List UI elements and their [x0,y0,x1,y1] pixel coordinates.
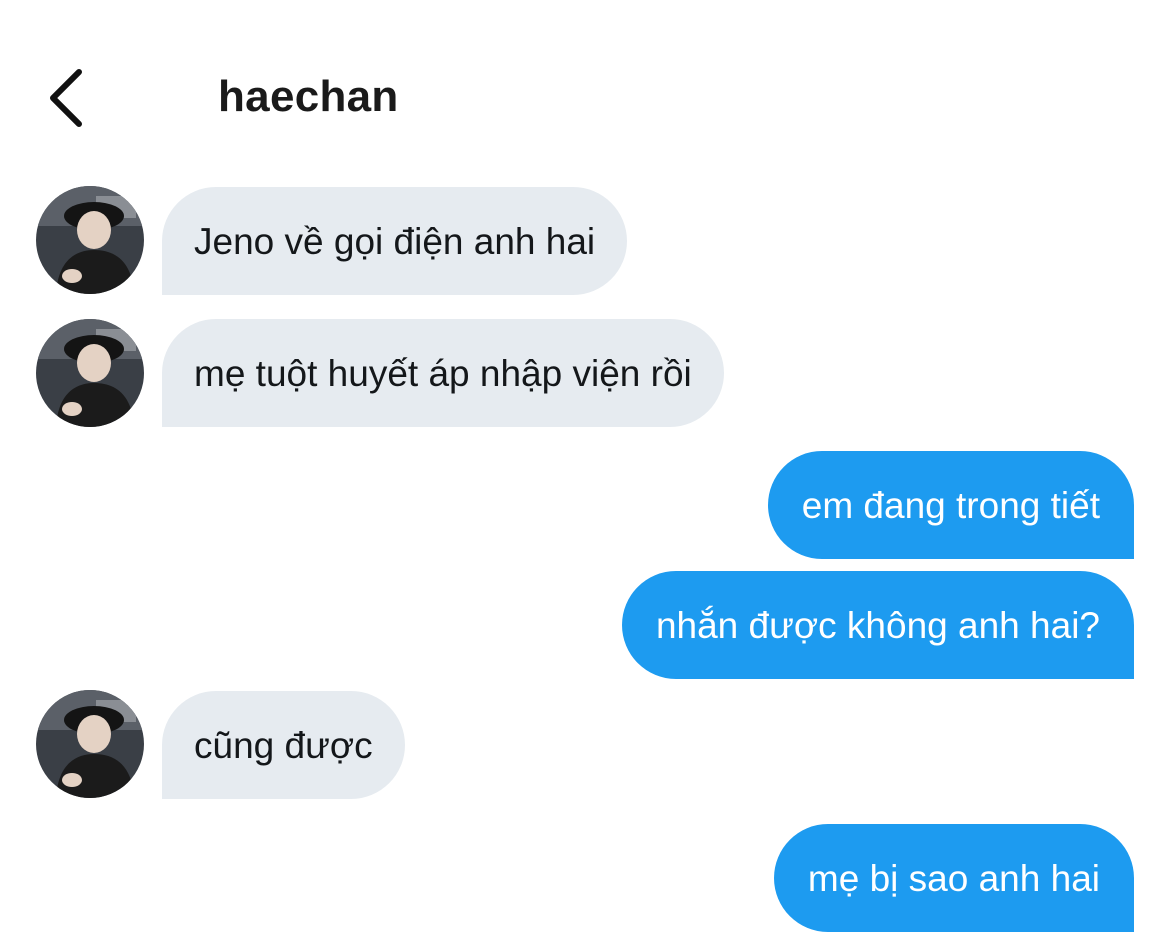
avatar[interactable] [36,319,144,427]
message-bubble-outgoing[interactable]: nhắn được không anh hai? [621,571,1134,679]
chevron-left-icon [50,69,82,127]
chat-screen: haechan Jeno về gọi điện anh hai mẹ tuột… [0,0,1169,942]
message-text: mẹ bị sao anh hai [807,857,1100,899]
message-text: mẹ tuột huyết áp nhập viện rồi [194,352,692,394]
avatar[interactable] [36,186,144,294]
message-bubble-incoming[interactable]: mẹ tuột huyết áp nhập viện rồi [162,319,724,427]
message-text: Jeno về gọi điện anh hai [194,220,596,262]
message-bubble-incoming[interactable]: cũng được [162,691,405,799]
message-text: nhắn được không anh hai? [655,604,1100,646]
avatar[interactable] [36,690,144,798]
message-bubble-incoming[interactable]: Jeno về gọi điện anh hai [162,187,628,295]
conversation-title: haechan [218,72,399,121]
message-bubble-outgoing[interactable]: em đang trong tiết [767,451,1134,559]
message-bubble-outgoing[interactable]: mẹ bị sao anh hai [773,824,1134,932]
message-text: cũng được [194,724,373,766]
back-button[interactable] [40,68,90,128]
message-text: em đang trong tiết [801,484,1100,526]
